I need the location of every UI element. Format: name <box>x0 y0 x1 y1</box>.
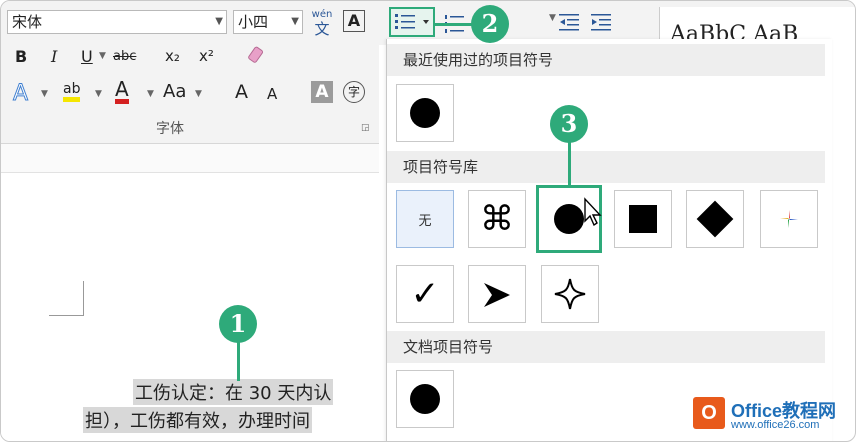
callout-connector <box>568 141 571 187</box>
character-shading-button[interactable]: A <box>311 81 333 103</box>
checkmark-icon: ✓ <box>410 274 440 314</box>
chevron-down-icon[interactable]: ▼ <box>147 89 154 99</box>
chevron-down-icon[interactable]: ▼ <box>549 13 556 23</box>
decrease-indent-button[interactable] <box>557 11 581 37</box>
bullet-library-header: 项目符号库 <box>387 151 825 183</box>
callout-badge-1: 1 <box>219 305 257 343</box>
font-color-button[interactable]: A <box>115 79 129 104</box>
command-symbol-icon: ⌘ <box>480 199 514 239</box>
filled-diamond-icon <box>696 200 734 238</box>
filled-circle-icon <box>410 384 440 414</box>
mouse-cursor-icon <box>584 197 602 227</box>
superscript-button[interactable]: x² <box>199 47 214 65</box>
font-name-select[interactable]: 宋体 ▼ <box>7 10 227 34</box>
watermark: O Office教程网 www.office26.com <box>693 395 855 441</box>
filled-square-icon <box>629 205 657 233</box>
ruler <box>1 144 379 173</box>
filled-circle-icon <box>410 98 440 128</box>
document-bullet-circle[interactable] <box>396 370 454 428</box>
bullet-arrowhead[interactable] <box>468 265 526 323</box>
underline-button[interactable]: U <box>81 47 93 66</box>
eraser-icon <box>248 46 264 63</box>
chevron-down-icon[interactable]: ▼ <box>195 89 202 99</box>
change-case-button[interactable]: Aa <box>163 81 186 102</box>
bullet-multicolor-star[interactable] <box>760 190 818 248</box>
document-bullets-header: 文档项目符号 <box>387 331 825 363</box>
font-group: 宋体 ▼ 小四 ▼ wén 文 A B I U ▼ abc x₂ x² A ▼ … <box>1 1 379 144</box>
recent-bullet-circle[interactable] <box>396 84 454 142</box>
chevron-down-icon[interactable]: ▼ <box>215 11 223 33</box>
bullet-library-dropdown: 最近使用过的项目符号 项目符号库 无 ⌘ ✓ 文档项目符号 <box>386 39 832 441</box>
chevron-down-icon[interactable]: ▼ <box>95 89 102 99</box>
bold-button[interactable]: B <box>15 47 27 66</box>
character-border-button[interactable]: A <box>343 10 365 32</box>
bullet-filled-square[interactable] <box>614 190 672 248</box>
multicolor-star-icon <box>780 210 798 228</box>
dialog-launcher-icon[interactable]: ◲ <box>361 123 371 133</box>
app-window: 宋体 ▼ 小四 ▼ wén 文 A B I U ▼ abc x₂ x² A ▼ … <box>0 0 856 442</box>
callout-connector <box>433 23 473 26</box>
document-text-line[interactable]: 担），工伤都有效，办理时间 <box>83 407 312 433</box>
bullet-command[interactable]: ⌘ <box>468 190 526 248</box>
decrease-indent-icon <box>559 14 579 31</box>
callout-badge-2: 2 <box>471 5 509 43</box>
four-point-star-icon <box>554 278 586 310</box>
strikethrough-button[interactable]: abc <box>113 49 136 64</box>
recent-bullets-header: 最近使用过的项目符号 <box>387 44 825 76</box>
clear-formatting-button[interactable] <box>245 45 267 71</box>
text-effects-button[interactable]: A <box>12 81 28 107</box>
office-logo-icon: O <box>693 397 725 429</box>
callout-badge-3: 3 <box>550 105 588 143</box>
watermark-url: www.office26.com <box>731 419 820 431</box>
font-size-value: 小四 <box>238 13 269 31</box>
chevron-down-icon[interactable]: ▼ <box>41 89 48 99</box>
bullet-checkmark[interactable]: ✓ <box>396 265 454 323</box>
group-label-font: 字体 <box>156 121 184 137</box>
chevron-down-icon[interactable]: ▼ <box>291 11 299 33</box>
arrowhead-icon <box>484 283 510 307</box>
increase-indent-button[interactable] <box>589 11 613 37</box>
grow-font-button[interactable]: A <box>235 81 248 103</box>
bullets-button[interactable] <box>389 7 435 37</box>
filled-circle-icon <box>554 204 584 234</box>
callout-connector <box>237 341 240 381</box>
italic-button[interactable]: I <box>51 47 57 66</box>
bullet-none[interactable]: 无 <box>396 190 454 248</box>
bullets-icon <box>395 14 429 29</box>
bullet-four-point-star[interactable] <box>541 265 599 323</box>
bullet-filled-diamond[interactable] <box>686 190 744 248</box>
margin-corner-mark <box>49 281 84 316</box>
document-text-line[interactable]: 工伤认定：在 30 天内认 <box>133 379 334 405</box>
font-size-select[interactable]: 小四 ▼ <box>233 10 303 34</box>
shrink-font-button[interactable]: A <box>267 85 277 103</box>
subscript-button[interactable]: x₂ <box>165 47 180 65</box>
phonetic-guide-char: 文 <box>314 20 330 38</box>
font-name-value: 宋体 <box>12 13 43 31</box>
highlight-button[interactable]: ab <box>63 81 81 102</box>
increase-indent-icon <box>591 14 611 31</box>
chevron-down-icon[interactable]: ▼ <box>99 51 106 61</box>
phonetic-guide-button[interactable]: wén 文 <box>309 9 335 37</box>
enclose-characters-button[interactable]: 字 <box>343 81 365 103</box>
